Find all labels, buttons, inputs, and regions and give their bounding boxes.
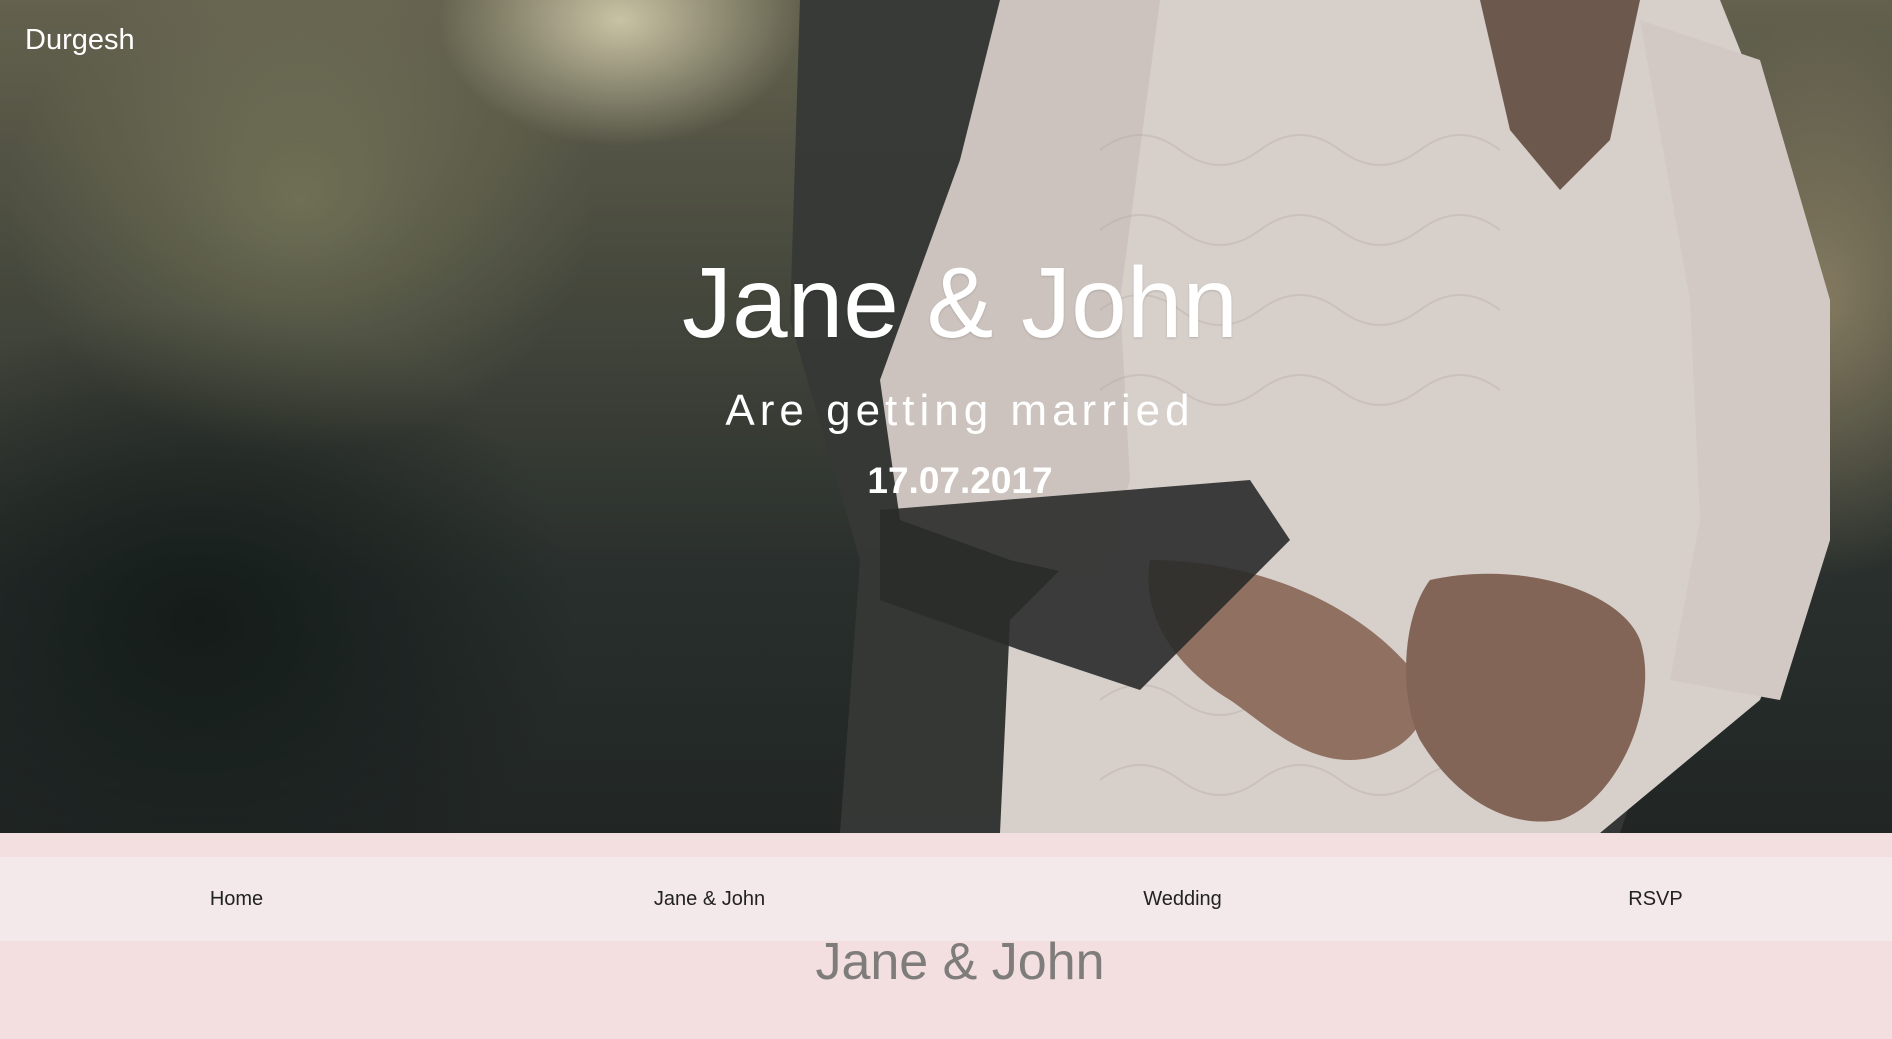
nav-item-home[interactable]: Home	[0, 888, 473, 911]
brand-logo[interactable]: Durgesh	[25, 24, 135, 57]
hero-title: Jane & John	[682, 247, 1238, 359]
section-title: Jane & John	[815, 933, 1105, 991]
nav-item-wedding[interactable]: Wedding	[946, 888, 1419, 911]
hero-section: Durgesh Jane & John Are getting married …	[0, 0, 1892, 833]
main-navigation: Home Jane & John Wedding RSVP	[0, 857, 1892, 941]
nav-item-jane-john[interactable]: Jane & John	[473, 888, 946, 911]
nav-item-rsvp[interactable]: RSVP	[1419, 888, 1892, 911]
hero-subtitle: Are getting married	[725, 386, 1195, 435]
hero-date: 17.07.2017	[867, 460, 1053, 501]
